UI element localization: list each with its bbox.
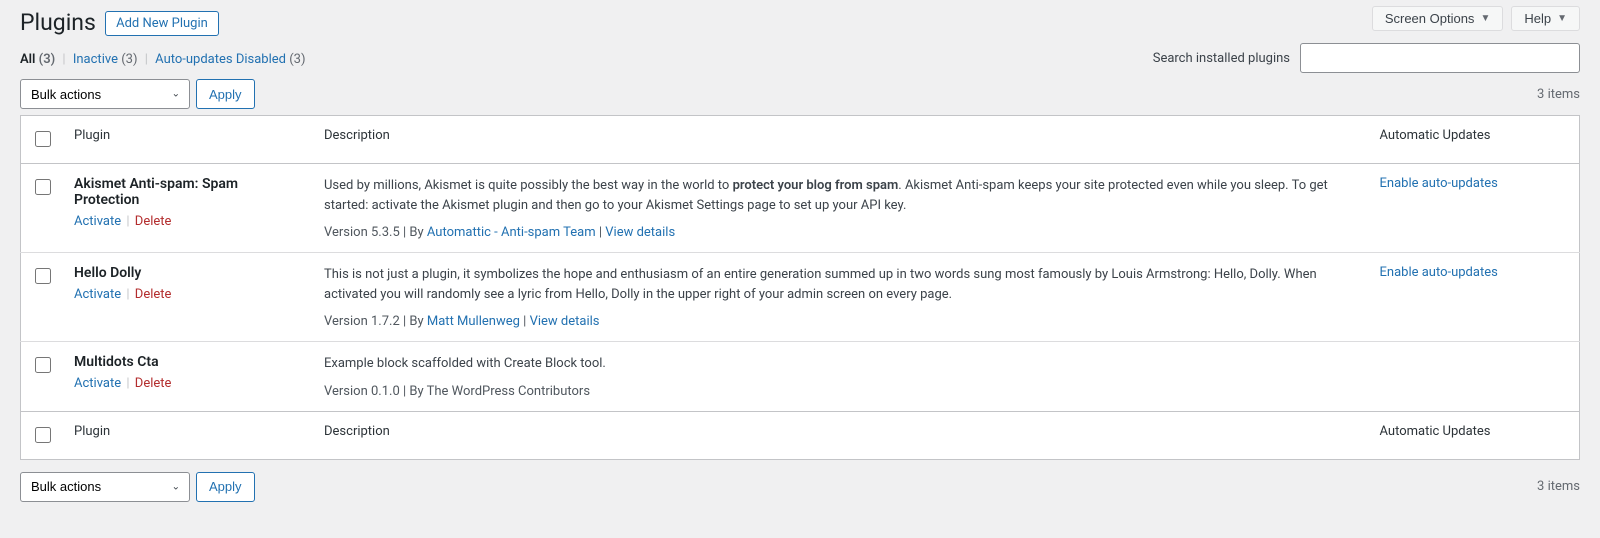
caret-down-icon: ▼ — [1557, 13, 1567, 24]
enable-auto-updates-link[interactable]: Enable auto-updates — [1380, 176, 1498, 191]
filter-inactive[interactable]: Inactive (3) — [73, 52, 138, 67]
delete-link[interactable]: Delete — [135, 287, 172, 302]
activate-link[interactable]: Activate — [74, 214, 121, 229]
screen-options-button[interactable]: Screen Options ▼ — [1372, 6, 1504, 31]
row-checkbox[interactable] — [35, 268, 51, 284]
table-row: Hello Dolly Activate | Delete This is no… — [21, 253, 1580, 342]
select-all-bottom[interactable] — [35, 427, 51, 443]
add-new-plugin-button[interactable]: Add New Plugin — [105, 11, 219, 36]
plugin-meta: Version 5.3.5 | By Automattic - Anti-spa… — [324, 225, 1360, 240]
column-auto-updates-foot: Automatic Updates — [1370, 411, 1580, 459]
column-description: Description — [314, 116, 1370, 164]
enable-auto-updates-link[interactable]: Enable auto-updates — [1380, 265, 1498, 280]
select-all-top[interactable] — [35, 131, 51, 147]
plugins-table: Plugin Description Automatic Updates Aki… — [20, 115, 1580, 460]
row-checkbox[interactable] — [35, 357, 51, 373]
view-details-link[interactable]: View details — [530, 314, 600, 329]
bulk-actions-select-top[interactable]: Bulk actions — [20, 79, 190, 109]
delete-link[interactable]: Delete — [135, 376, 172, 391]
apply-button-top[interactable]: Apply — [196, 79, 255, 109]
search-input[interactable] — [1300, 43, 1580, 73]
author-link[interactable]: Matt Mullenweg — [427, 314, 520, 329]
page-title: Plugins — [20, 0, 96, 40]
column-auto-updates: Automatic Updates — [1370, 116, 1580, 164]
column-plugin: Plugin — [64, 116, 314, 164]
caret-down-icon: ▼ — [1480, 13, 1490, 24]
table-row: Akismet Anti-spam: Spam Protection Activ… — [21, 164, 1580, 253]
items-count-top: 3 items — [1537, 87, 1580, 102]
plugin-description: Example block scaffolded with Create Blo… — [324, 354, 1360, 374]
screen-options-label: Screen Options — [1385, 11, 1475, 26]
delete-link[interactable]: Delete — [135, 214, 172, 229]
search-label: Search installed plugins — [1153, 51, 1290, 66]
plugin-meta: Version 0.1.0 | By The WordPress Contrib… — [324, 384, 1360, 399]
help-button[interactable]: Help ▼ — [1511, 6, 1580, 31]
filter-all[interactable]: All (3) — [20, 52, 55, 67]
filter-auto-updates-disabled[interactable]: Auto-updates Disabled (3) — [155, 52, 305, 67]
author-link[interactable]: Automattic - Anti-spam Team — [427, 225, 596, 240]
plugin-meta: Version 1.7.2 | By Matt Mullenweg | View… — [324, 314, 1360, 329]
plugin-description: Used by millions, Akismet is quite possi… — [324, 176, 1360, 215]
plugin-name: Hello Dolly — [74, 265, 304, 281]
apply-button-bottom[interactable]: Apply — [196, 472, 255, 502]
plugin-description: This is not just a plugin, it symbolizes… — [324, 265, 1360, 304]
view-details-link[interactable]: View details — [605, 225, 675, 240]
table-row: Multidots Cta Activate | Delete Example … — [21, 342, 1580, 412]
column-plugin-foot: Plugin — [64, 411, 314, 459]
plugin-name: Akismet Anti-spam: Spam Protection — [74, 176, 304, 208]
row-checkbox[interactable] — [35, 179, 51, 195]
items-count-bottom: 3 items — [1537, 479, 1580, 494]
help-label: Help — [1524, 11, 1551, 26]
plugin-name: Multidots Cta — [74, 354, 304, 370]
column-description-foot: Description — [314, 411, 1370, 459]
activate-link[interactable]: Activate — [74, 376, 121, 391]
activate-link[interactable]: Activate — [74, 287, 121, 302]
bulk-actions-select-bottom[interactable]: Bulk actions — [20, 472, 190, 502]
